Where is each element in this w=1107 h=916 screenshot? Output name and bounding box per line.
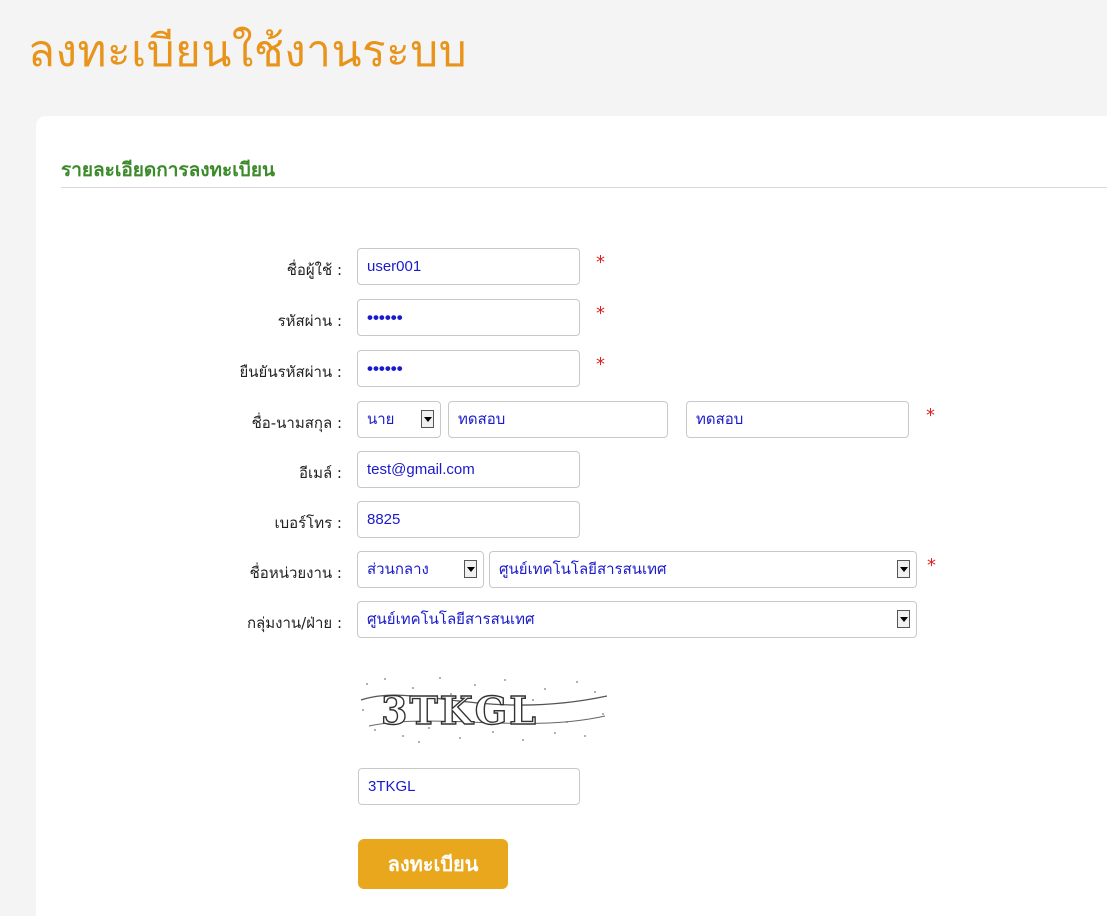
page-title: ลงทะเบียนใช้งานระบบ bbox=[28, 26, 468, 77]
confirm-password-input[interactable]: •••••• bbox=[357, 350, 580, 387]
prefix-select[interactable]: นาย bbox=[357, 401, 441, 438]
chevron-down-icon[interactable] bbox=[421, 410, 434, 428]
email-label: อีเมล์ : bbox=[298, 464, 342, 482]
region-select[interactable]: ส่วนกลาง bbox=[357, 551, 484, 588]
username-required-mark: * bbox=[596, 252, 605, 273]
prefix-select-value: นาย bbox=[367, 411, 395, 428]
section-divider bbox=[61, 187, 1107, 188]
region-select-value: ส่วนกลาง bbox=[367, 561, 429, 578]
fullname-required-mark: * bbox=[926, 405, 935, 426]
chevron-down-icon[interactable] bbox=[464, 560, 477, 578]
captcha-input[interactable]: 3TKGL bbox=[358, 768, 580, 805]
confirm-password-label: ยืนยันรหัสผ่าน : bbox=[239, 363, 342, 381]
section-title: รายละเอียดการลงทะเบียน bbox=[61, 159, 275, 181]
unit-select[interactable]: ศูนย์เทคโนโลยีสารสนเทศ bbox=[489, 551, 917, 588]
password-required-mark: * bbox=[596, 303, 605, 324]
fullname-label: ชื่อ-นามสกุล : bbox=[251, 414, 342, 432]
first-name-input[interactable]: ทดสอบ bbox=[448, 401, 668, 438]
division-select[interactable]: ศูนย์เทคโนโลยีสารสนเทศ bbox=[357, 601, 917, 638]
division-select-value: ศูนย์เทคโนโลยีสารสนเทศ bbox=[367, 611, 535, 628]
unit-select-value: ศูนย์เทคโนโลยีสารสนเทศ bbox=[499, 561, 667, 578]
register-button[interactable]: ลงทะเบียน bbox=[358, 839, 508, 889]
captcha-text: 3TKGL bbox=[381, 688, 538, 733]
password-label: รหัสผ่าน : bbox=[277, 312, 342, 330]
division-label: กลุ่มงาน/ฝ่าย : bbox=[246, 614, 342, 632]
username-input[interactable]: user001 bbox=[357, 248, 580, 285]
email-input[interactable]: test@gmail.com bbox=[357, 451, 580, 488]
last-name-input[interactable]: ทดสอบ bbox=[686, 401, 909, 438]
department-label: ชื่อหน่วยงาน : bbox=[249, 564, 342, 582]
chevron-down-icon[interactable] bbox=[897, 610, 910, 628]
confirm-password-required-mark: * bbox=[596, 354, 605, 375]
username-label: ชื่อผู้ใช้ : bbox=[286, 261, 342, 279]
phone-label: เบอร์โทร : bbox=[274, 514, 342, 532]
chevron-down-icon[interactable] bbox=[897, 560, 910, 578]
phone-input[interactable]: 8825 bbox=[357, 501, 580, 538]
password-input[interactable]: •••••• bbox=[357, 299, 580, 336]
department-required-mark: * bbox=[927, 555, 936, 576]
captcha-image: 3TKGL bbox=[355, 670, 611, 750]
